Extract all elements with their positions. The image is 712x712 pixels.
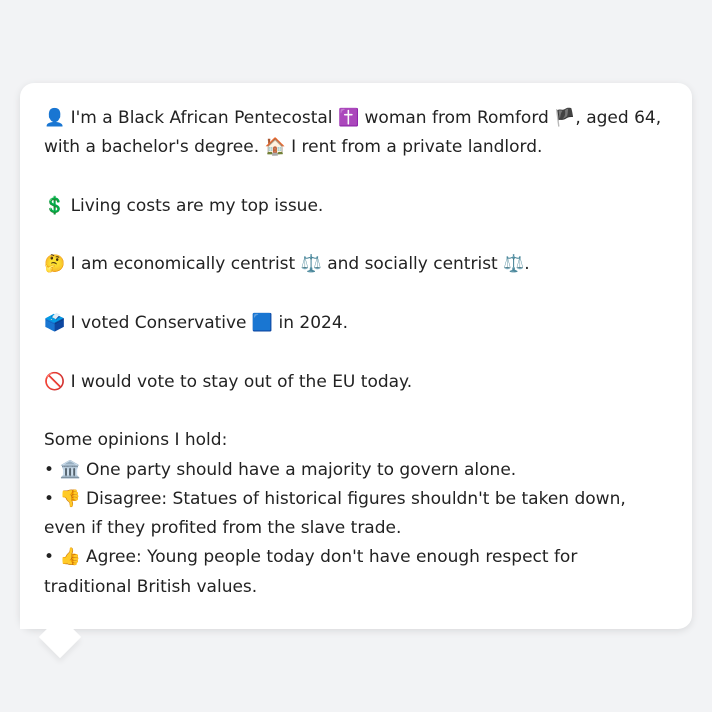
thumbs-up-icon: 👍 xyxy=(59,547,81,568)
opinion-text: Agree: Young people today don't have eno… xyxy=(44,547,578,597)
eu-line: 🚫 I would vote to stay out of the EU tod… xyxy=(44,368,668,397)
intro-text-1: I'm a Black African Pentecostal xyxy=(70,108,333,128)
dollar-icon: 💲 xyxy=(44,195,66,216)
balance-scale-icon: ⚖️ xyxy=(300,254,322,275)
person-icon: 👤 xyxy=(44,108,66,128)
list-item: • 🏛️ One party should have a majority to… xyxy=(44,456,668,485)
thumbs-down-icon: 👎 xyxy=(59,488,81,509)
eu-text: I would vote to stay out of the EU today… xyxy=(70,371,413,392)
bullet: • xyxy=(44,459,55,480)
prohibited-icon: 🚫 xyxy=(44,371,66,392)
opinions-heading: Some opinions I hold: xyxy=(44,430,228,451)
list-item: • 👎 Disagree: Statues of historical figu… xyxy=(44,485,668,544)
list-item: • 👍 Agree: Young people today don't have… xyxy=(44,543,668,602)
opinion-text: One party should have a majority to gove… xyxy=(86,459,517,480)
intro-text-2: woman from Romford xyxy=(364,108,549,128)
blue-square-icon: 🟦 xyxy=(251,313,274,334)
vote-line: 🗳️ I voted Conservative 🟦 in 2024. xyxy=(44,309,668,338)
ideology-line: 🤔 I am economically centrist ⚖️ and soci… xyxy=(44,250,668,279)
ideology-text-2: and socially centrist xyxy=(327,254,498,275)
issue-text: Living costs are my top issue. xyxy=(70,195,324,216)
bullet: • xyxy=(44,488,55,509)
intro-line: 👤 I'm a Black African Pentecostal ✝️ wom… xyxy=(44,104,668,163)
classical-building-icon: 🏛️ xyxy=(59,459,81,480)
vote-text-2: in 2024. xyxy=(278,313,349,334)
issue-line: 💲 Living costs are my top issue. xyxy=(44,192,668,221)
balance-scale-icon: ⚖️ xyxy=(503,254,525,275)
cross-icon: ✝️ xyxy=(337,108,360,128)
ballot-box-icon: 🗳️ xyxy=(44,313,66,334)
england-flag-icon: 🏴 xyxy=(554,108,576,128)
vote-text-1: I voted Conservative xyxy=(70,313,247,334)
bullet: • xyxy=(44,547,55,568)
ideology-text-1: I am economically centrist xyxy=(70,254,296,275)
thinking-face-icon: 🤔 xyxy=(44,254,66,275)
intro-text-4: I rent from a private landlord. xyxy=(291,137,543,158)
opinion-text: Disagree: Statues of historical figures … xyxy=(44,488,626,539)
message-bubble: 👤 I'm a Black African Pentecostal ✝️ wom… xyxy=(20,83,692,629)
house-icon: 🏠 xyxy=(264,137,286,158)
ideology-text-3: . xyxy=(524,254,530,275)
